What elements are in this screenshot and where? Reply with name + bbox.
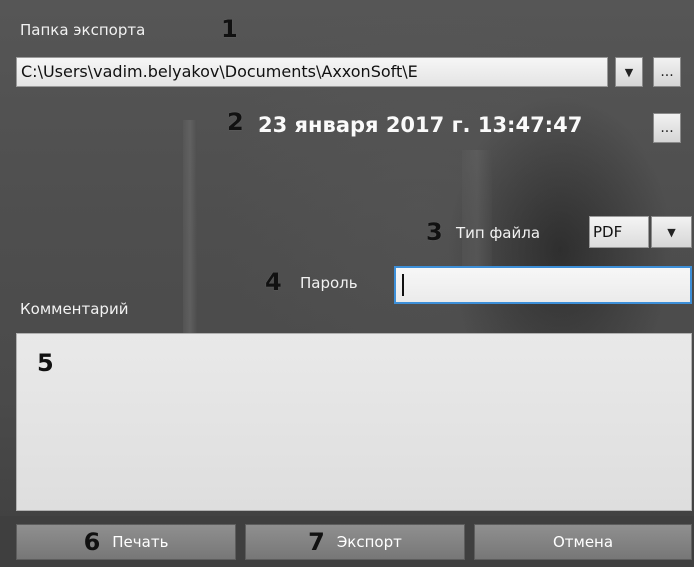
file-type-dropdown-button[interactable]: ▼ xyxy=(651,216,692,248)
callout-5: 5 xyxy=(37,349,54,377)
export-folder-dropdown-button[interactable]: ▼ xyxy=(615,57,643,87)
datetime-browse-button[interactable]: ... xyxy=(653,113,681,143)
callout-4: 4 xyxy=(265,268,282,296)
text-cursor xyxy=(402,274,404,296)
comment-textarea[interactable]: 5 xyxy=(16,333,692,511)
print-button-label: Печать xyxy=(112,533,169,551)
export-folder-label: Папка экспорта xyxy=(20,21,146,39)
callout-2: 2 xyxy=(227,108,244,136)
password-label: Пароль xyxy=(300,274,358,292)
export-datetime: 23 января 2017 г. 13:47:47 xyxy=(258,113,583,137)
background-pole xyxy=(183,120,197,340)
comment-label: Комментарий xyxy=(20,300,129,318)
callout-7: 7 xyxy=(308,528,325,556)
export-folder-path-field[interactable]: C:\Users\vadim.belyakov\Documents\AxxonS… xyxy=(16,57,608,87)
chevron-down-icon: ▼ xyxy=(624,65,634,79)
print-button[interactable]: 6 Печать xyxy=(16,524,236,560)
file-type-select[interactable]: PDF xyxy=(589,216,649,248)
chevron-down-icon: ▼ xyxy=(667,225,676,239)
export-button-label: Экспорт xyxy=(336,533,402,551)
cancel-button-label: Отмена xyxy=(552,533,614,551)
password-field[interactable] xyxy=(394,266,692,304)
callout-3: 3 xyxy=(426,218,443,246)
file-type-label: Тип файла xyxy=(456,224,541,242)
export-button[interactable]: 7 Экспорт xyxy=(245,524,465,560)
cancel-button[interactable]: Отмена xyxy=(474,524,692,560)
callout-6: 6 xyxy=(83,528,101,556)
callout-1: 1 xyxy=(221,15,238,43)
export-folder-browse-button[interactable]: ... xyxy=(653,57,681,87)
